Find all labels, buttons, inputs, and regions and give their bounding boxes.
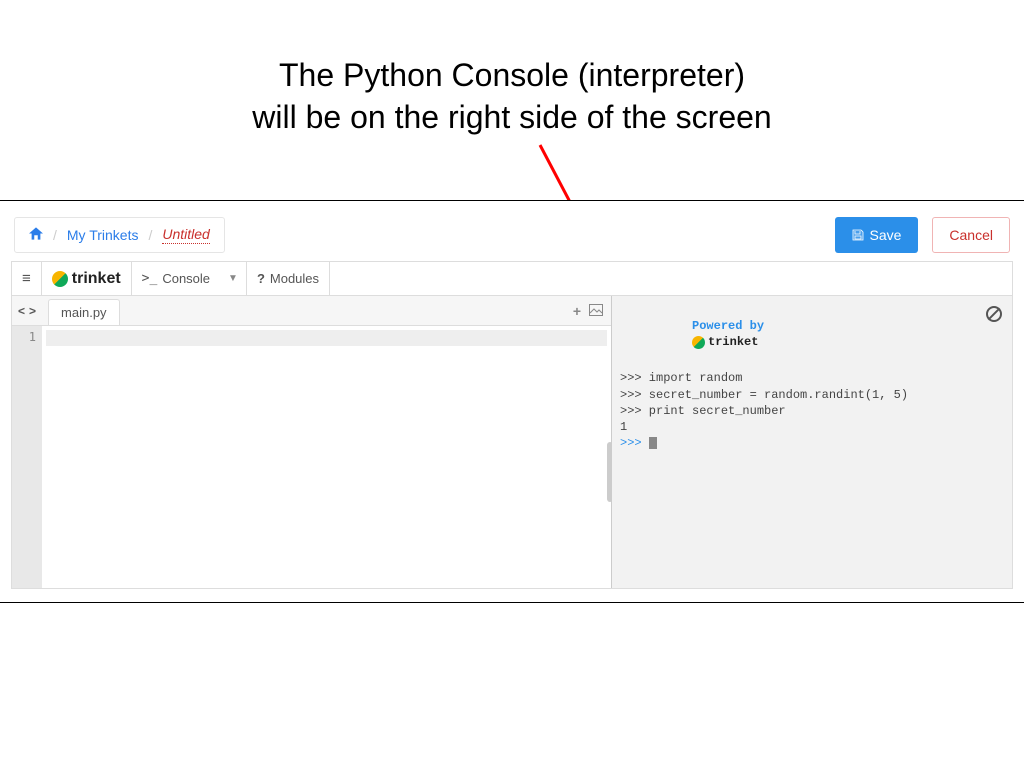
console-tab[interactable]: >_ Console [132,262,220,295]
console-line: >>> import random [620,370,1004,386]
line-number: 1 [12,330,36,344]
cancel-button[interactable]: Cancel [932,217,1010,253]
inline-logo: trinket [692,334,758,350]
question-icon: ? [257,271,265,286]
crumb-untitled[interactable]: Untitled [162,226,209,244]
line-gutter: 1 [12,326,42,588]
slide-title: The Python Console (interpreter) will be… [0,0,1024,138]
tab-utils: + [573,303,611,319]
topbar: / My Trinkets / Untitled Save Cancel [0,201,1024,261]
brand-logo[interactable]: trinket [42,262,132,295]
modules-tab[interactable]: ? Modules [247,262,330,295]
cursor-icon [649,437,657,449]
modules-label: Modules [270,271,319,286]
save-icon [852,229,864,241]
breadcrumb: / My Trinkets / Untitled [14,217,225,253]
prev-tab-icon[interactable]: < [18,304,25,318]
crumb-sep: / [53,227,57,243]
code-pane: < > main.py + 1 [12,296,612,588]
console-line: >>> secret_number = random.randint(1, 5) [620,387,1004,403]
tab-nav: < > [12,304,42,318]
title-line2: will be on the right side of the screen [0,97,1024,139]
console-line: 1 [620,419,1004,435]
powered-by-line: Powered by trinket [620,302,1004,370]
prompt-text: >>> [620,436,649,450]
next-tab-icon[interactable]: > [29,304,36,318]
file-tab-label: main.py [61,305,107,320]
save-label: Save [869,227,901,243]
crumb-sep: / [148,227,152,243]
home-icon[interactable] [29,227,43,243]
logo-icon [52,271,68,287]
code-content[interactable] [42,326,611,588]
console-prompt-line: >>> [620,435,1004,451]
trinket-app: / My Trinkets / Untitled Save Cancel ≡ t… [0,200,1024,603]
file-tab-row: < > main.py + [12,296,611,326]
editor-body: < > main.py + 1 [12,296,1012,588]
add-file-icon[interactable]: + [573,303,581,319]
editor-shell: ≡ trinket >_ Console ▼ ? Modules < > [11,261,1013,589]
stop-icon[interactable] [986,306,1002,322]
inline-brand: trinket [708,334,758,350]
console-line: >>> print secret_number [620,403,1004,419]
crumb-my-trinkets[interactable]: My Trinkets [67,227,139,243]
action-buttons: Save Cancel [835,217,1010,253]
prompt-icon: >_ [142,271,158,286]
console-dropdown[interactable]: ▼ [220,262,247,295]
brand-text: trinket [72,270,121,288]
title-line1: The Python Console (interpreter) [0,55,1024,97]
image-icon[interactable] [589,303,603,319]
menu-icon[interactable]: ≡ [12,262,42,295]
logo-icon [692,336,705,349]
console-output[interactable]: Powered by trinket >>> import random >>>… [612,296,1012,588]
save-button[interactable]: Save [835,217,918,253]
code-editor[interactable]: 1 [12,326,611,588]
console-label: Console [162,271,210,286]
powered-by-text: Powered by [692,319,764,333]
active-line [46,330,607,346]
cancel-label: Cancel [949,227,993,243]
file-tab[interactable]: main.py [48,299,120,325]
editor-toolbar: ≡ trinket >_ Console ▼ ? Modules [12,262,1012,296]
